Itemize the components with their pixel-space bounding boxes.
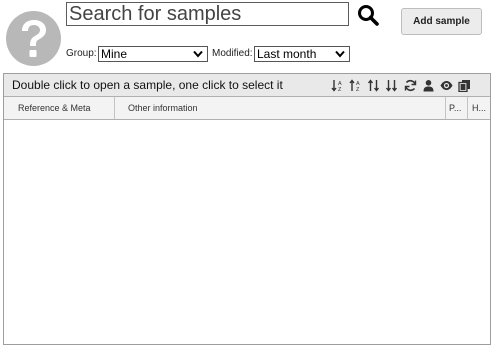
sort-ascending-icon: A Z: [330, 79, 342, 92]
user-icon: [423, 79, 433, 91]
modified-select[interactable]: Last month: [254, 46, 350, 62]
panel-header: Double click to open a sample, one click…: [4, 74, 490, 97]
column-p[interactable]: P...: [445, 97, 467, 119]
group-label: Group:: [66, 48, 97, 59]
sort-up-down-button[interactable]: [365, 77, 381, 93]
sort-descending-icon: A Z: [348, 78, 360, 92]
chevron-down-icon: [193, 50, 203, 58]
sort-down-up-icon: [385, 79, 397, 92]
search-icon: [358, 5, 379, 26]
eye-icon: [440, 80, 452, 90]
refresh-button[interactable]: [402, 77, 418, 93]
column-h[interactable]: H...: [467, 97, 490, 119]
svg-text:Z: Z: [356, 87, 360, 92]
sort-descending-button[interactable]: A Z: [347, 77, 363, 93]
copy-button[interactable]: [456, 77, 472, 93]
sort-ascending-button[interactable]: A Z: [329, 77, 345, 93]
chevron-down-icon: [335, 50, 345, 58]
view-button[interactable]: [438, 77, 454, 93]
samples-panel: Double click to open a sample, one click…: [3, 73, 491, 345]
column-reference-meta[interactable]: Reference & Meta: [4, 97, 114, 119]
refresh-icon: [404, 79, 416, 91]
column-other-information[interactable]: Other information: [114, 97, 445, 119]
modified-select-value: Last month: [257, 47, 317, 61]
modified-label: Modified:: [212, 48, 253, 59]
column-header-row: Reference & Meta Other information P... …: [4, 97, 490, 120]
copy-icon: [457, 79, 470, 92]
sort-up-down-icon: [367, 78, 379, 92]
search-button[interactable]: [355, 2, 381, 28]
panel-instructions: Double click to open a sample, one click…: [12, 78, 283, 92]
group-select[interactable]: Mine: [98, 46, 208, 62]
svg-text:Z: Z: [338, 87, 342, 92]
user-button[interactable]: [420, 77, 436, 93]
sort-down-up-button[interactable]: [383, 77, 399, 93]
question-mark-icon: [21, 19, 46, 57]
avatar: [6, 11, 61, 66]
group-select-value: Mine: [101, 47, 128, 61]
search-input[interactable]: [66, 2, 349, 26]
add-sample-button[interactable]: Add sample: [401, 8, 482, 35]
